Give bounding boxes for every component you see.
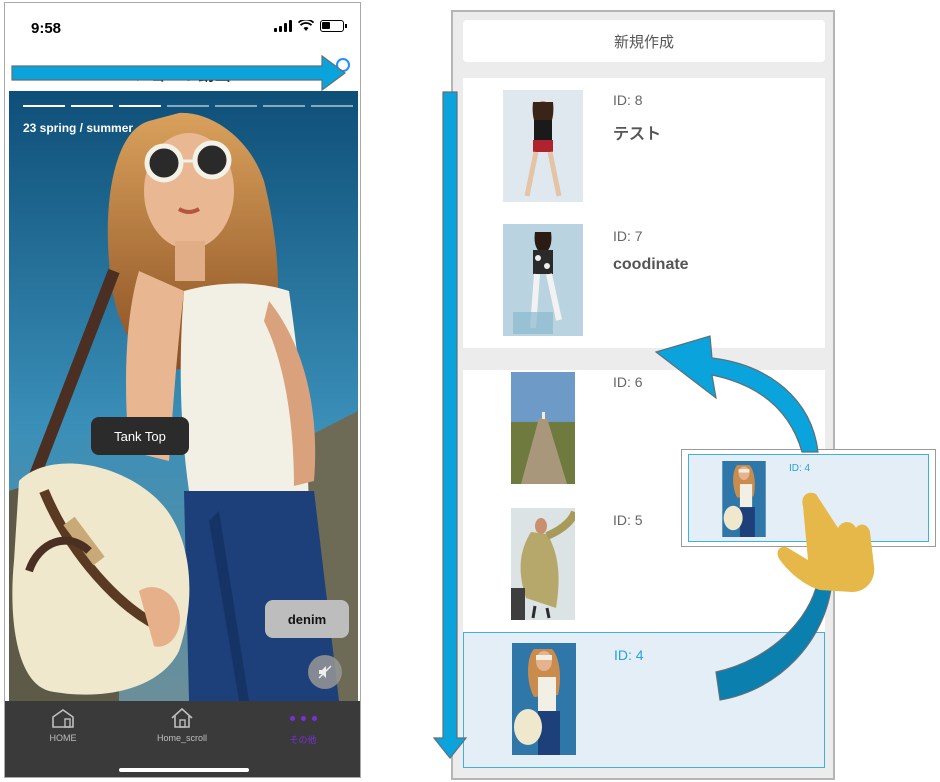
wifi-icon — [298, 20, 314, 31]
model-thumbnail — [722, 461, 766, 537]
model-thumbnail — [503, 90, 583, 202]
list-item[interactable]: ID: 8 テスト ID: 7 coodinate — [463, 78, 825, 348]
thumb-id-7 — [503, 224, 583, 336]
item-id: ID: 7 — [613, 228, 643, 244]
story-progress — [23, 105, 353, 107]
status-icons — [274, 20, 347, 32]
model-thumbnail — [503, 224, 583, 336]
item-title: coodinate — [613, 256, 689, 273]
dragged-item[interactable]: ID: 4 — [681, 449, 936, 547]
thumb-id-5 — [511, 508, 575, 620]
season-label: 23 spring / summer — [23, 121, 134, 135]
nav-title: ショート動画 — [134, 67, 231, 84]
status-bar: 9:58 — [5, 3, 360, 51]
item-id: ID: 6 — [613, 374, 643, 390]
dragged-thumb — [722, 461, 766, 537]
home-icon — [52, 709, 74, 728]
home-indicator — [119, 768, 249, 772]
item-id: ID: 4 — [614, 647, 644, 663]
tab-home-scroll-label: Home_scroll — [156, 733, 207, 743]
mute-button[interactable] — [308, 655, 342, 689]
nav-bar: ‹ ショート動画 — [5, 51, 360, 91]
thumb-id-8 — [503, 90, 583, 202]
item-id: ID: 5 — [613, 512, 643, 528]
speaker-muted-icon — [318, 665, 332, 679]
search-icon[interactable] — [336, 58, 350, 72]
status-time: 9:58 — [31, 20, 62, 37]
tab-home-scroll[interactable]: Home_scroll — [137, 707, 227, 743]
list-item-selected[interactable]: ID: 4 — [463, 632, 825, 768]
list-panel: 新規作成 ID: 8 テスト ID: 7 coodinate ID: 6 ID:… — [451, 10, 835, 780]
new-create-button[interactable]: 新規作成 — [463, 20, 825, 62]
tab-home[interactable]: HOME — [18, 707, 108, 743]
signal-icon — [274, 20, 292, 32]
tab-bar: HOME Home_scroll その他 — [5, 701, 360, 777]
tab-other[interactable]: その他 — [258, 707, 348, 746]
item-title: テスト — [613, 126, 662, 143]
dragged-item-inner: ID: 4 — [688, 454, 929, 542]
tab-other-label: その他 — [289, 735, 317, 745]
dragged-item-id: ID: 4 — [789, 463, 811, 474]
video-photo[interactable]: 23 spring / summer Tank Top denim — [9, 91, 358, 701]
tab-home-label: HOME — [49, 733, 77, 743]
dress-thumbnail — [511, 508, 575, 620]
item-id: ID: 8 — [613, 92, 643, 108]
thumb-id-6 — [511, 372, 575, 484]
road-thumbnail — [511, 372, 575, 484]
model-thumbnail — [512, 643, 576, 755]
home-scroll-icon — [171, 707, 193, 728]
battery-icon — [320, 20, 347, 32]
tank-top-tag[interactable]: Tank Top — [91, 417, 189, 455]
thumb-id-4 — [512, 643, 576, 755]
phone-screen: 9:58 ‹ ショート動画 23 spring / summer Tank To… — [4, 2, 361, 778]
more-dots-icon — [258, 707, 348, 729]
denim-tag[interactable]: denim — [265, 600, 349, 638]
